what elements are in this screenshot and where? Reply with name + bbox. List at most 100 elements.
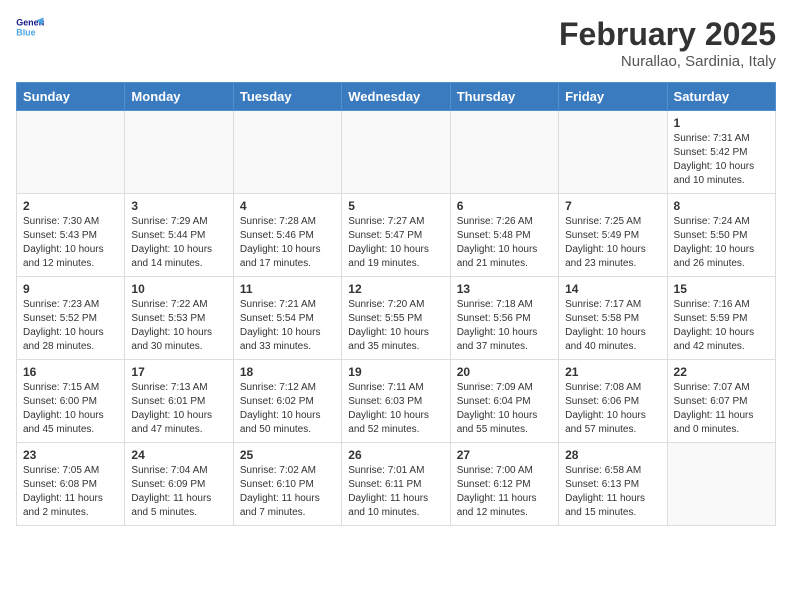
day-number: 24 <box>131 448 226 462</box>
day-number: 13 <box>457 282 552 296</box>
day-number: 10 <box>131 282 226 296</box>
day-info: Sunrise: 7:02 AM Sunset: 6:10 PM Dayligh… <box>240 464 335 520</box>
day-number: 9 <box>23 282 118 296</box>
day-number: 4 <box>240 199 335 213</box>
day-info: Sunrise: 6:58 AM Sunset: 6:13 PM Dayligh… <box>565 464 660 520</box>
day-info: Sunrise: 7:15 AM Sunset: 6:00 PM Dayligh… <box>23 381 118 437</box>
day-info: Sunrise: 7:22 AM Sunset: 5:53 PM Dayligh… <box>131 298 226 354</box>
day-info: Sunrise: 7:11 AM Sunset: 6:03 PM Dayligh… <box>348 381 443 437</box>
location: Nurallao, Sardinia, Italy <box>559 53 776 70</box>
day-number: 16 <box>23 365 118 379</box>
title-block: February 2025 Nurallao, Sardinia, Italy <box>559 16 776 70</box>
calendar-week-3: 16 Sunrise: 7:15 AM Sunset: 6:00 PM Dayli… <box>17 360 776 443</box>
calendar-cell: 6 Sunrise: 7:26 AM Sunset: 5:48 PM Daylig… <box>450 194 558 277</box>
calendar-cell: 19Sunrise: 7:11 AM Sunset: 6:03 PM Dayli… <box>342 360 450 443</box>
calendar-cell: 13 Sunrise: 7:18 AM Sunset: 5:56 PM Dayli… <box>450 277 558 360</box>
day-info: Sunrise: 7:08 AM Sunset: 6:06 PM Dayligh… <box>565 381 660 437</box>
day-info: Sunrise: 7:18 AM Sunset: 5:56 PM Dayligh… <box>457 298 552 354</box>
day-number: 21 <box>565 365 660 379</box>
page-header: General Blue February 2025 Nurallao, Sar… <box>16 16 776 70</box>
day-info: Sunrise: 7:29 AM Sunset: 5:44 PM Dayligh… <box>131 215 226 271</box>
day-number: 5 <box>348 199 443 213</box>
day-number: 18 <box>240 365 335 379</box>
calendar-cell: 16 Sunrise: 7:15 AM Sunset: 6:00 PM Dayli… <box>17 360 125 443</box>
day-number: 27 <box>457 448 552 462</box>
weekday-header-saturday: Saturday <box>667 83 775 111</box>
day-number: 25 <box>240 448 335 462</box>
day-info: Sunrise: 7:00 AM Sunset: 6:12 PM Dayligh… <box>457 464 552 520</box>
day-number: 1 <box>674 116 769 130</box>
svg-text:Blue: Blue <box>16 27 35 37</box>
calendar-cell: 1 Sunrise: 7:31 AM Sunset: 5:42 PM Daylig… <box>667 111 775 194</box>
day-number: 17 <box>131 365 226 379</box>
day-info: Sunrise: 7:04 AM Sunset: 6:09 PM Dayligh… <box>131 464 226 520</box>
day-info: Sunrise: 7:31 AM Sunset: 5:42 PM Dayligh… <box>674 132 769 188</box>
calendar-cell: 24 Sunrise: 7:04 AM Sunset: 6:09 PM Dayli… <box>125 443 233 526</box>
calendar-cell: 22 Sunrise: 7:07 AM Sunset: 6:07 PM Dayli… <box>667 360 775 443</box>
calendar-cell <box>233 111 341 194</box>
day-info: Sunrise: 7:07 AM Sunset: 6:07 PM Dayligh… <box>674 381 769 437</box>
calendar-cell: 28 Sunrise: 6:58 AM Sunset: 6:13 PM Dayli… <box>559 443 667 526</box>
day-info: Sunrise: 7:09 AM Sunset: 6:04 PM Dayligh… <box>457 381 552 437</box>
calendar-cell: 9 Sunrise: 7:23 AM Sunset: 5:52 PM Daylig… <box>17 277 125 360</box>
day-number: 6 <box>457 199 552 213</box>
day-info: Sunrise: 7:26 AM Sunset: 5:48 PM Dayligh… <box>457 215 552 271</box>
calendar-cell: 8Sunrise: 7:24 AM Sunset: 5:50 PM Daylig… <box>667 194 775 277</box>
day-info: Sunrise: 7:13 AM Sunset: 6:01 PM Dayligh… <box>131 381 226 437</box>
logo-icon: General Blue <box>16 16 44 38</box>
day-number: 14 <box>565 282 660 296</box>
calendar-week-1: 2 Sunrise: 7:30 AM Sunset: 5:43 PM Daylig… <box>17 194 776 277</box>
calendar-cell: 14 Sunrise: 7:17 AM Sunset: 5:58 PM Dayli… <box>559 277 667 360</box>
calendar-cell: 26 Sunrise: 7:01 AM Sunset: 6:11 PM Dayli… <box>342 443 450 526</box>
day-number: 26 <box>348 448 443 462</box>
day-info: Sunrise: 7:21 AM Sunset: 5:54 PM Dayligh… <box>240 298 335 354</box>
day-number: 22 <box>674 365 769 379</box>
calendar-cell <box>667 443 775 526</box>
calendar-week-0: 1 Sunrise: 7:31 AM Sunset: 5:42 PM Daylig… <box>17 111 776 194</box>
day-info: Sunrise: 7:28 AM Sunset: 5:46 PM Dayligh… <box>240 215 335 271</box>
calendar-cell: 2 Sunrise: 7:30 AM Sunset: 5:43 PM Daylig… <box>17 194 125 277</box>
calendar-cell: 20 Sunrise: 7:09 AM Sunset: 6:04 PM Dayli… <box>450 360 558 443</box>
calendar-cell: 12 Sunrise: 7:20 AM Sunset: 5:55 PM Dayli… <box>342 277 450 360</box>
calendar-cell: 10 Sunrise: 7:22 AM Sunset: 5:53 PM Dayli… <box>125 277 233 360</box>
day-info: Sunrise: 7:16 AM Sunset: 5:59 PM Dayligh… <box>674 298 769 354</box>
calendar-cell <box>450 111 558 194</box>
day-number: 28 <box>565 448 660 462</box>
day-number: 8 <box>674 199 769 213</box>
day-number: 20 <box>457 365 552 379</box>
calendar-cell <box>17 111 125 194</box>
calendar-week-4: 23Sunrise: 7:05 AM Sunset: 6:08 PM Dayli… <box>17 443 776 526</box>
calendar-cell: 23Sunrise: 7:05 AM Sunset: 6:08 PM Dayli… <box>17 443 125 526</box>
day-info: Sunrise: 7:20 AM Sunset: 5:55 PM Dayligh… <box>348 298 443 354</box>
logo: General Blue <box>16 16 44 38</box>
calendar-cell: 11 Sunrise: 7:21 AM Sunset: 5:54 PM Dayli… <box>233 277 341 360</box>
calendar-cell: 3 Sunrise: 7:29 AM Sunset: 5:44 PM Daylig… <box>125 194 233 277</box>
calendar-cell: 4 Sunrise: 7:28 AM Sunset: 5:46 PM Daylig… <box>233 194 341 277</box>
day-number: 23 <box>23 448 118 462</box>
day-info: Sunrise: 7:30 AM Sunset: 5:43 PM Dayligh… <box>23 215 118 271</box>
calendar-cell <box>125 111 233 194</box>
calendar-cell: 15 Sunrise: 7:16 AM Sunset: 5:59 PM Dayli… <box>667 277 775 360</box>
calendar-cell: 18 Sunrise: 7:12 AM Sunset: 6:02 PM Dayli… <box>233 360 341 443</box>
day-info: Sunrise: 7:01 AM Sunset: 6:11 PM Dayligh… <box>348 464 443 520</box>
day-number: 12 <box>348 282 443 296</box>
day-info: Sunrise: 7:23 AM Sunset: 5:52 PM Dayligh… <box>23 298 118 354</box>
calendar-cell <box>342 111 450 194</box>
day-number: 7 <box>565 199 660 213</box>
day-number: 15 <box>674 282 769 296</box>
weekday-header-sunday: Sunday <box>17 83 125 111</box>
day-info: Sunrise: 7:27 AM Sunset: 5:47 PM Dayligh… <box>348 215 443 271</box>
calendar-table: SundayMondayTuesdayWednesdayThursdayFrid… <box>16 82 776 526</box>
calendar-cell: 25 Sunrise: 7:02 AM Sunset: 6:10 PM Dayli… <box>233 443 341 526</box>
day-info: Sunrise: 7:12 AM Sunset: 6:02 PM Dayligh… <box>240 381 335 437</box>
calendar-cell: 7Sunrise: 7:25 AM Sunset: 5:49 PM Daylig… <box>559 194 667 277</box>
month-year: February 2025 <box>559 16 776 53</box>
day-number: 2 <box>23 199 118 213</box>
day-number: 11 <box>240 282 335 296</box>
weekday-header-tuesday: Tuesday <box>233 83 341 111</box>
calendar-cell: 5 Sunrise: 7:27 AM Sunset: 5:47 PM Daylig… <box>342 194 450 277</box>
weekday-header-thursday: Thursday <box>450 83 558 111</box>
day-info: Sunrise: 7:17 AM Sunset: 5:58 PM Dayligh… <box>565 298 660 354</box>
calendar-week-2: 9 Sunrise: 7:23 AM Sunset: 5:52 PM Daylig… <box>17 277 776 360</box>
day-number: 3 <box>131 199 226 213</box>
